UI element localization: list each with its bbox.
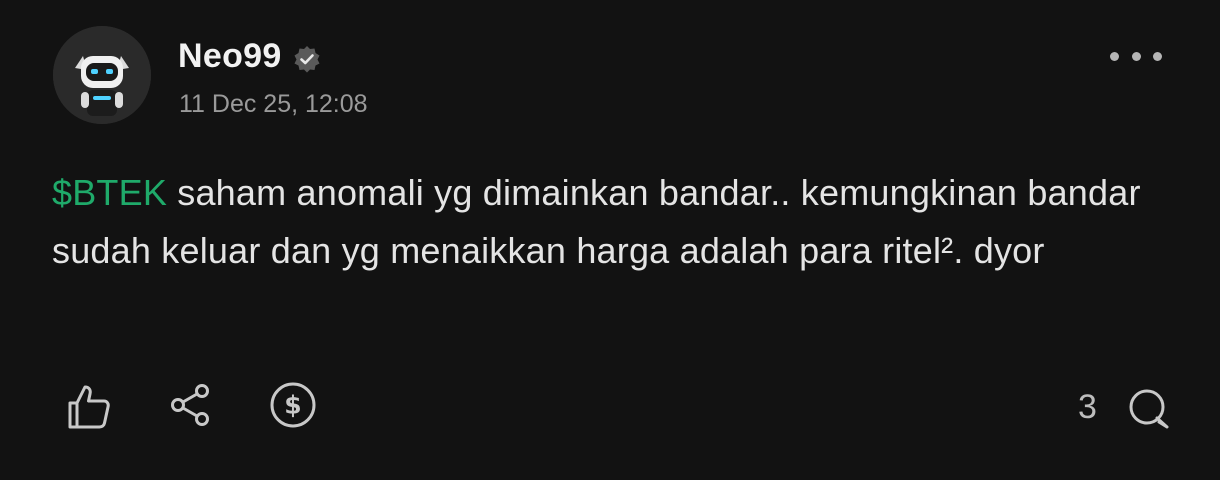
author-avatar[interactable] [53, 26, 151, 124]
comment-bubble-icon [1129, 389, 1169, 429]
more-options-button[interactable] [1110, 42, 1162, 70]
post-card: Neo99 11 Dec 25, 12:08 $BTEK saham anoma… [0, 0, 1220, 480]
author-name-row: Neo99 [178, 34, 322, 78]
comment-count: 3 [1078, 388, 1097, 426]
post-timestamp: 11 Dec 25, 12:08 [179, 90, 368, 118]
thumbs-up-icon [68, 385, 110, 429]
author-name[interactable]: Neo99 [178, 34, 282, 78]
robot-avatar-icon [53, 26, 151, 124]
post-text: saham anomali yg dimainkan bandar.. kemu… [52, 172, 1141, 271]
svg-text:$: $ [284, 391, 301, 420]
more-options-icon [1153, 51, 1162, 61]
share-button[interactable] [168, 382, 214, 428]
more-options-icon [1110, 51, 1119, 61]
share-icon [171, 384, 209, 426]
like-button[interactable] [64, 382, 114, 432]
dollar-coin-icon: $ [270, 382, 316, 428]
post-content: $BTEK saham anomali yg dimainkan bandar.… [52, 164, 1162, 280]
tip-button[interactable]: $ [268, 380, 318, 430]
ticker-link[interactable]: $BTEK [52, 172, 167, 213]
more-options-icon [1131, 51, 1141, 61]
comment-button[interactable] [1124, 384, 1174, 434]
verified-badge-icon [292, 41, 322, 73]
